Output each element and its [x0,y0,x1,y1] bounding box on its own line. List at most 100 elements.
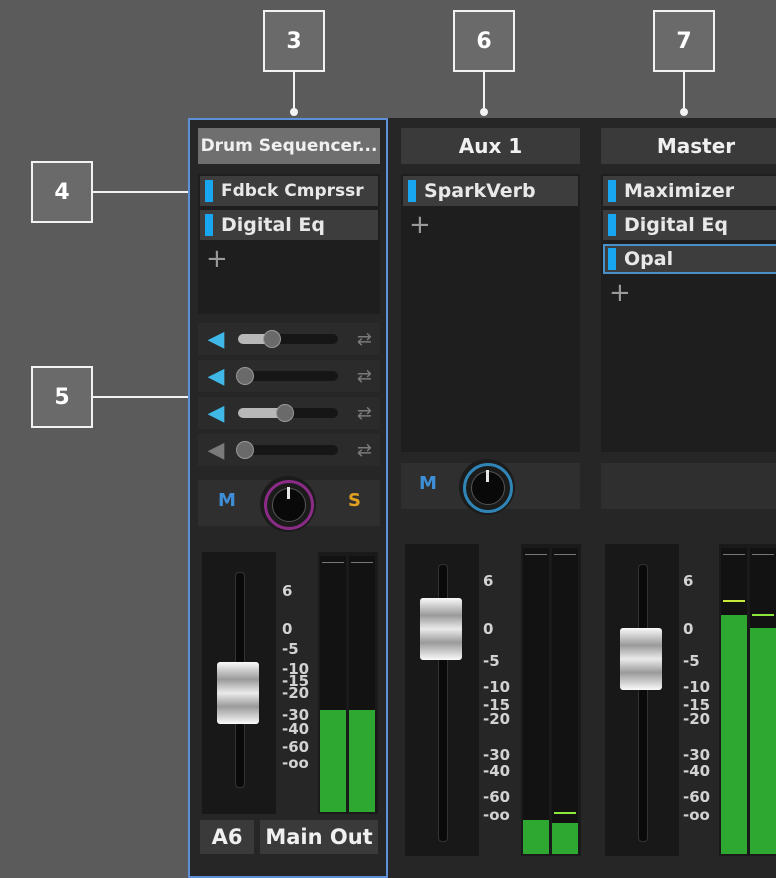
effect-name: Maximizer [624,180,735,202]
meter-channel-left [320,556,346,812]
route-icon[interactable]: ⇄ [357,403,372,424]
scale-label: -5 [683,652,700,670]
callout-3-anchor [290,108,298,116]
plugin-indicator-icon [408,180,416,202]
meter-peak [554,812,576,814]
output-selector[interactable]: Main Out [260,820,378,854]
callout-3-leader [293,72,295,112]
send-row[interactable]: ◀ ⇄ [198,397,380,429]
send-slider-handle[interactable] [236,367,254,385]
meter-peak [723,600,745,602]
scale-label: 0 [483,620,494,638]
route-icon[interactable]: ⇄ [357,366,372,387]
plugin-indicator-icon [608,248,616,270]
add-effect-button[interactable]: + [206,244,380,274]
callout-5: 5 [31,366,93,428]
effect-slot[interactable]: Fdbck Cmprssr [200,176,378,206]
pan-row: M S [198,476,380,532]
volume-fader[interactable] [405,544,479,856]
meter-level [349,709,375,812]
pan-row-empty [601,463,776,509]
solo-button[interactable]: S [348,490,361,511]
scale-label: 6 [683,572,694,590]
share-icon[interactable]: ◀ [204,327,228,352]
volume-fader[interactable] [202,552,276,814]
meter-channel-right [552,548,578,854]
send-slider-handle[interactable] [276,404,294,422]
meter-level [552,823,578,854]
effect-slot[interactable]: Digital Eq [603,210,776,240]
scale-label: -40 [683,762,711,780]
callout-6-leader [483,72,485,112]
send-slider[interactable] [236,367,338,385]
channel-name[interactable]: Aux 1 [401,128,580,164]
pan-knob[interactable] [260,476,316,532]
meter-channel-left [523,548,549,854]
scale-label: -60 [683,788,711,806]
input-selector[interactable]: A6 [200,820,254,854]
effects-rack: SparkVerb + [401,174,580,452]
send-slider-handle[interactable] [263,330,281,348]
scale-label: -10 [683,678,711,696]
fader-handle[interactable] [217,662,259,724]
pan-knob[interactable] [459,459,515,515]
send-slider[interactable] [236,441,338,459]
route-icon[interactable]: ⇄ [357,329,372,350]
share-icon[interactable]: ◀ [204,401,228,426]
send-slider[interactable] [238,404,338,422]
level-meter [318,552,378,814]
scale-label: -5 [483,652,500,670]
level-meter [719,544,776,856]
effect-slot[interactable]: Maximizer [603,176,776,206]
mute-button[interactable]: M [419,473,437,494]
fader-handle[interactable] [420,598,462,660]
plugin-indicator-icon [205,214,213,236]
scale-label: -10 [483,678,511,696]
send-row[interactable]: ◀ ⇄ [198,323,380,355]
level-meter [521,544,581,856]
share-icon[interactable]: ◀ [204,364,228,389]
send-slider[interactable] [238,330,338,348]
channel-name[interactable]: Master [601,128,776,164]
add-effect-button[interactable]: + [609,278,776,308]
plugin-indicator-icon [608,180,616,202]
scale-label: -60 [483,788,511,806]
channel-strip-drum[interactable]: Drum Sequencer... Fdbck Cmprssr Digital … [188,118,388,878]
mute-button[interactable]: M [218,490,236,511]
share-icon[interactable]: ◀ [204,438,228,463]
callout-7-leader [683,72,685,112]
scale-label: -60 [282,738,310,756]
callout-6-anchor [480,108,488,116]
channel-strip-aux[interactable]: Aux 1 SparkVerb + M 6 0 -5 -10 -15 -20 -… [391,118,588,878]
effect-slot[interactable]: Digital Eq [200,210,378,240]
callout-7-anchor [680,108,688,116]
route-icon[interactable]: ⇄ [357,440,372,461]
callout-7: 7 [653,10,715,72]
scale-label: -oo [683,806,710,824]
callout-5-leader [93,396,193,398]
effect-name: SparkVerb [424,180,536,202]
meter-level [750,627,776,854]
scale-label: -5 [282,640,299,658]
fader-handle[interactable] [620,628,662,690]
meter-level [320,709,346,812]
channel-name[interactable]: Drum Sequencer... [198,128,380,164]
scale-label: 0 [282,620,293,638]
meter-channel-right [349,556,375,812]
scale-label: -40 [282,720,310,738]
callout-4-leader [93,191,193,193]
send-row[interactable]: ◀ ⇄ [198,434,380,466]
add-effect-button[interactable]: + [409,210,580,240]
send-row[interactable]: ◀ ⇄ [198,360,380,392]
scale-label: -20 [282,684,310,702]
effect-slot[interactable]: SparkVerb [403,176,578,206]
effect-name: Digital Eq [624,214,729,236]
scale-label: -40 [483,762,511,780]
volume-fader[interactable] [605,544,679,856]
effect-slot-selected[interactable]: Opal [603,244,776,274]
channel-strip-master[interactable]: Master Maximizer Digital Eq Opal + 6 0 -… [591,118,776,878]
scale-label: -oo [483,806,510,824]
send-slider-handle[interactable] [236,441,254,459]
scale-label: 6 [483,572,494,590]
effect-name: Fdbck Cmprssr [221,181,364,201]
